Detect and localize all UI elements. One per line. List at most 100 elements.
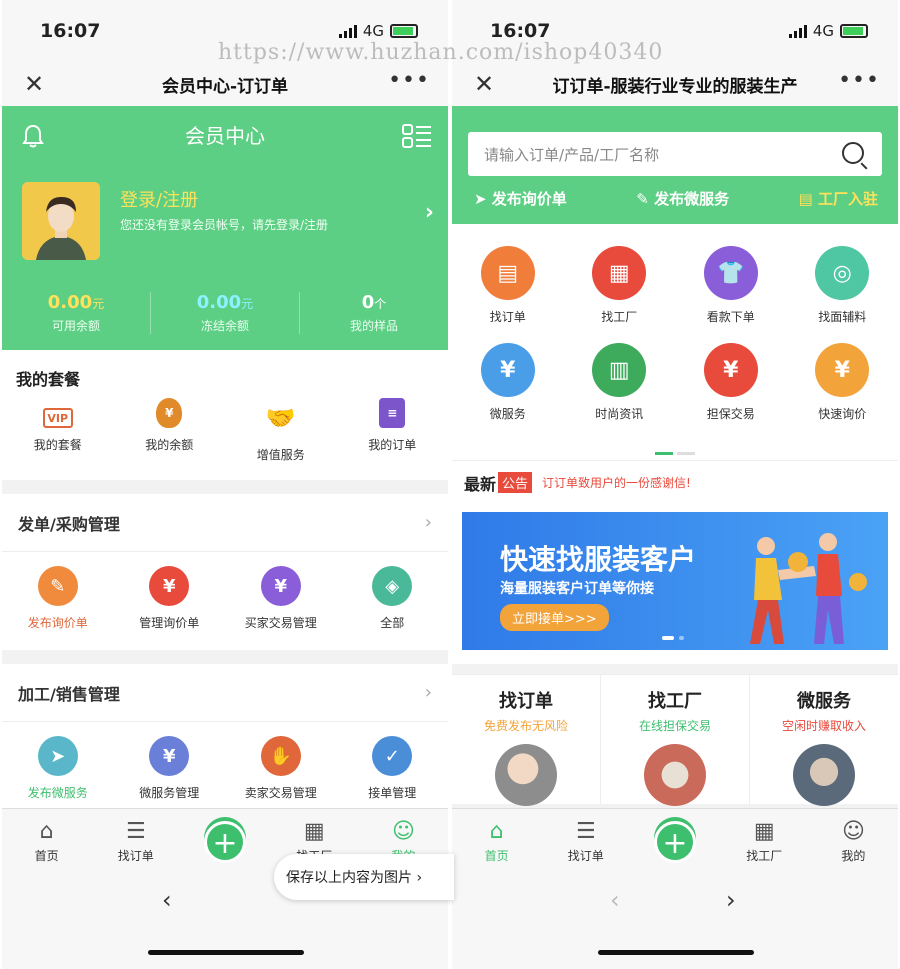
item-label: 发布询价单 <box>27 616 88 630</box>
item-label: 我的套餐 <box>33 438 82 452</box>
stat-available[interactable]: 0.00元 可用余额 <box>2 292 151 334</box>
grid-label: 担保交易 <box>706 407 755 421</box>
publish-service-item[interactable]: ➤ 发布微服务 <box>2 736 114 801</box>
stat-value: 0.00 <box>196 292 242 313</box>
more-icon[interactable]: ••• <box>388 68 430 93</box>
avatar[interactable] <box>22 182 100 260</box>
card-find-order[interactable]: 找订单 免费发布无风险 <box>452 675 601 806</box>
chevron-right-icon: › <box>424 682 432 703</box>
home-indicator <box>598 950 754 955</box>
more-icon[interactable]: ••• <box>838 68 880 93</box>
search-icon[interactable] <box>842 142 864 164</box>
home-icon: ⌂ <box>489 819 504 844</box>
notice-bar[interactable]: 最新 公告 订订单致用户的一份感谢信! <box>452 460 898 504</box>
promo-banner[interactable]: 快速找服装客户 海量服装客户订单等你接 立即接单>>> <box>462 512 888 650</box>
card-photo <box>793 744 855 806</box>
grid-micro-service[interactable]: ¥ 微服务 <box>452 343 564 422</box>
stat-unit: 元 <box>92 297 105 311</box>
grid-find-factory[interactable]: ▦ 找工厂 <box>564 246 676 325</box>
card-micro-service[interactable]: 微服务空闲时赚取收入 <box>750 675 898 806</box>
section-header[interactable]: 发单/采购管理 › <box>2 494 448 552</box>
card-title: 微服务 <box>797 691 851 712</box>
vip-icon: VIP <box>42 408 73 428</box>
publish-inquiry-link[interactable]: ➤ 发布询价单 <box>474 188 567 209</box>
value-added-item[interactable]: 🤝 增值服务 <box>225 398 337 463</box>
menu-list-icon[interactable] <box>402 124 432 148</box>
grid-quick-inquiry[interactable]: ¥ 快速询价 <box>787 343 899 422</box>
search-header: 请输入订单/产品/工厂名称 ➤ 发布询价单 ✎ 发布微服务 ▤ 工厂入驻 <box>452 106 898 224</box>
package-item[interactable]: VIP 我的套餐 <box>2 398 114 463</box>
browser-toolbar: ‹ › <box>452 870 898 969</box>
battery-icon <box>840 24 868 38</box>
item-label: 我的余额 <box>145 438 194 452</box>
orders-item[interactable]: ≡ 我的订单 <box>337 398 449 463</box>
banner-title: 快速找服装客户 <box>500 543 697 576</box>
tab-me[interactable]: ☺ 我的 <box>809 809 898 870</box>
seller-trade-item[interactable]: ✋ 卖家交易管理 <box>225 736 337 801</box>
login-register-link[interactable]: 登录/注册 <box>120 186 198 212</box>
buyer-trade-item[interactable]: ¥ 买家交易管理 <box>225 566 337 631</box>
publish-inquiry-item[interactable]: ✎ 发布询价单 <box>2 566 114 631</box>
building-icon: ▦ <box>303 819 325 844</box>
card-subtitle: 免费发布无风险 <box>483 719 568 733</box>
grid-label: 快速询价 <box>818 407 867 421</box>
all-item[interactable]: ◈ 全部 <box>337 566 449 631</box>
stat-samples[interactable]: 0个 我的样品 <box>300 292 448 334</box>
item-label: 发布微服务 <box>27 786 88 800</box>
banner-dots <box>662 625 685 644</box>
tab-label: 首页 <box>34 849 59 863</box>
receive-order-item[interactable]: ✓ 接单管理 <box>337 736 449 801</box>
building-icon: ▦ <box>753 819 775 844</box>
grid-fashion-news[interactable]: ▥ 时尚资讯 <box>564 343 676 422</box>
tab-publish[interactable]: + <box>630 809 719 870</box>
stat-value: 0.00 <box>47 292 93 313</box>
handshake-icon: 🤝 <box>265 404 296 432</box>
banner-subtitle: 海量服装客户订单等你接 <box>500 581 654 597</box>
network-label: 4G <box>362 22 384 40</box>
search-input[interactable]: 请输入订单/产品/工厂名称 <box>468 132 882 176</box>
tab-find-factory[interactable]: ▦ 找工厂 <box>720 809 809 870</box>
close-icon[interactable]: ✕ <box>474 70 494 98</box>
tab-publish[interactable]: + <box>180 809 269 870</box>
save-as-image-button[interactable]: 保存以上内容为图片 › <box>274 854 454 900</box>
service-manage-item[interactable]: ¥ 微服务管理 <box>114 736 226 801</box>
tab-find-order[interactable]: ☰ 找订单 <box>541 809 630 870</box>
back-icon[interactable]: ‹ <box>162 886 172 914</box>
feature-grid: ▤ 找订单 ▦ 找工厂 👕 看款下单 ◎ 找面辅料 ¥ 微服务 ▥ 时尚资讯 ¥ 担保交易 ¥… <box>452 224 898 460</box>
stat-label: 冻结余额 <box>200 319 249 333</box>
close-icon[interactable]: ✕ <box>24 70 44 98</box>
edit-icon: ✎ <box>37 566 78 606</box>
grid-label: 微服务 <box>489 407 526 421</box>
tab-label: 首页 <box>484 849 509 863</box>
back-icon[interactable]: ‹ <box>610 886 620 914</box>
tab-label: 找订单 <box>567 849 604 863</box>
tab-home[interactable]: ⌂ 首页 <box>2 809 91 870</box>
chevron-right-icon[interactable]: › <box>425 200 434 225</box>
grid-guarantee-trade[interactable]: ¥ 担保交易 <box>675 343 787 422</box>
card-subtitle: 在线担保交易 <box>638 719 711 733</box>
link-label: 发布询价单 <box>491 190 567 208</box>
banner-button[interactable]: 立即接单>>> <box>500 604 609 631</box>
section-header[interactable]: 加工/销售管理 › <box>2 664 448 722</box>
card-find-factory[interactable]: 找工厂 在线担保交易 <box>601 675 750 806</box>
grid-find-order[interactable]: ▤ 找订单 <box>452 246 564 325</box>
home-icon: ⌂ <box>39 819 54 844</box>
grid-label: 时尚资讯 <box>595 407 644 421</box>
search-list-icon: ☰ <box>125 819 146 844</box>
stat-frozen[interactable]: 0.00元 冻结余额 <box>151 292 300 334</box>
balance-item[interactable]: ¥ 我的余额 <box>114 398 226 463</box>
forward-icon[interactable]: › <box>726 886 736 914</box>
grid-fabric[interactable]: ◎ 找面辅料 <box>787 246 899 325</box>
publish-service-link[interactable]: ✎ 发布微服务 <box>636 188 729 209</box>
tab-home[interactable]: ⌂ 首页 <box>452 809 541 870</box>
member-header: 会员中心 登录/注册 您还没有登录会员帐号，请先登录/注册 › 0.00元 可用… <box>2 106 448 350</box>
tab-find-order[interactable]: ☰ 找订单 <box>91 809 180 870</box>
factory-join-link[interactable]: ▤ 工厂入驻 <box>799 188 878 209</box>
user-icon: ☺ <box>841 819 865 844</box>
balance-stats: 0.00元 可用余额 0.00元 冻结余额 0个 我的样品 <box>2 292 448 334</box>
left-phone-screen: 16:07 4G ✕ 会员中心-订订单 ••• 会员中心 登录/注册 您还没有登… <box>2 0 448 969</box>
user-icon: ☺ <box>391 819 415 844</box>
manage-inquiry-item[interactable]: ¥ 管理询价单 <box>114 566 226 631</box>
grid-style-order[interactable]: 👕 看款下单 <box>675 246 787 325</box>
card-subtitle: 空闲时赚取收入 <box>781 719 866 733</box>
